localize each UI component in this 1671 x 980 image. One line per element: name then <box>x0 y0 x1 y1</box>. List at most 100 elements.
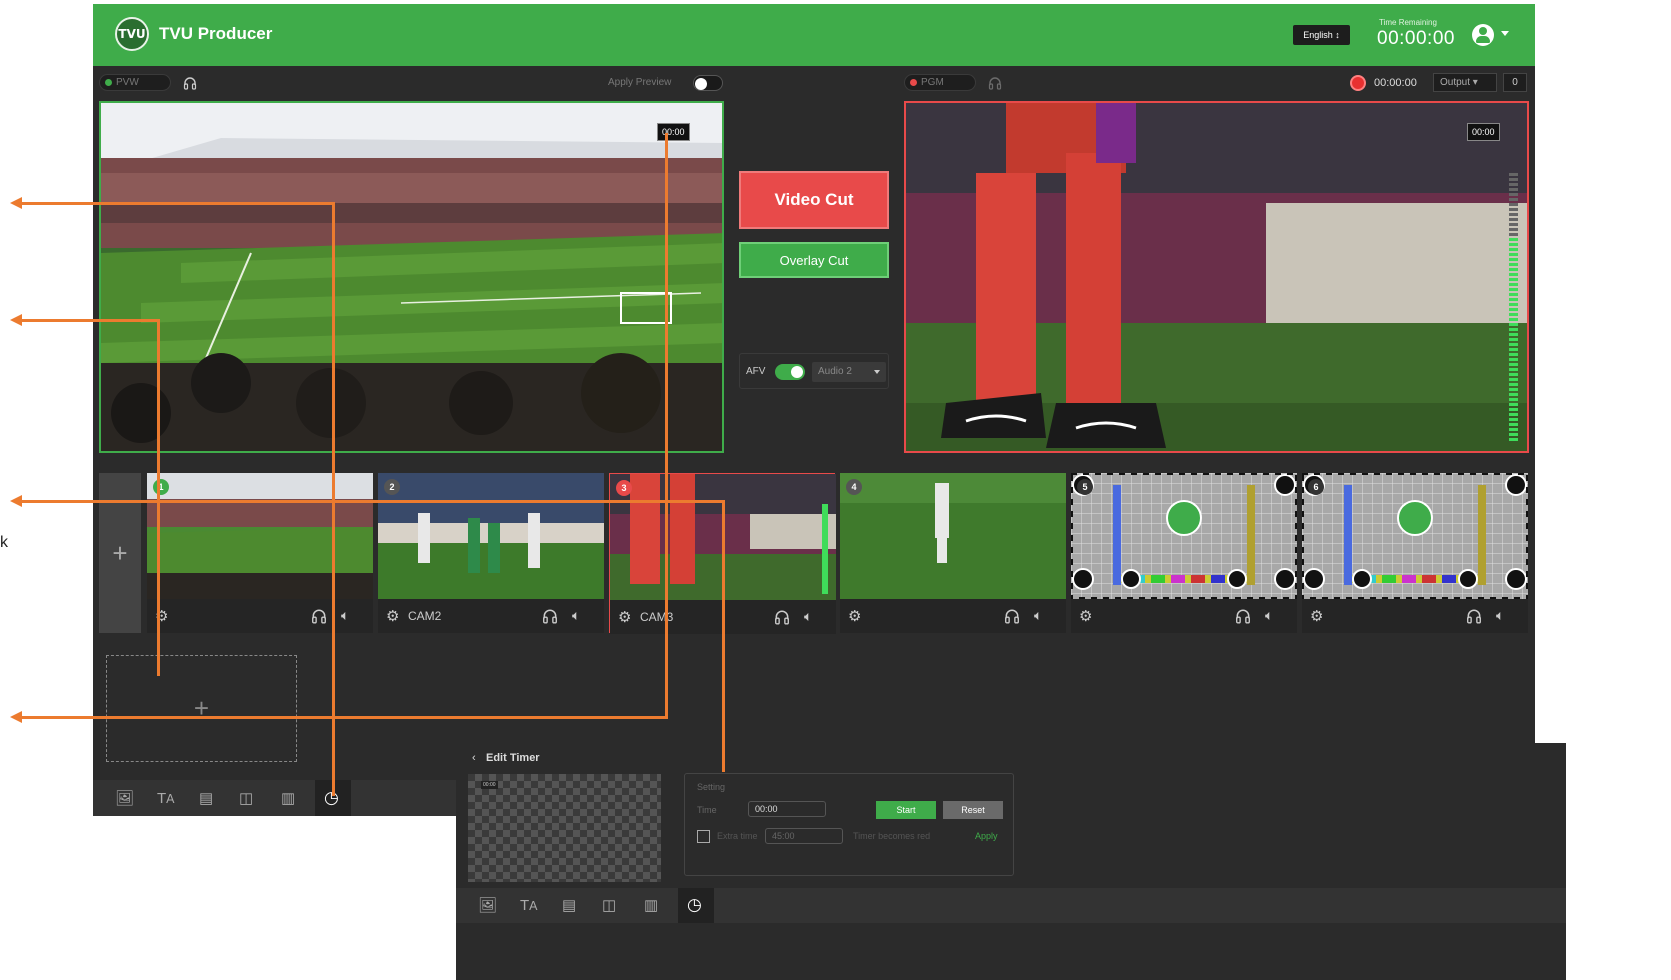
timer-settings-box: Setting Time 00:00 Start Reset Extra tim… <box>684 773 1014 876</box>
record-button[interactable] <box>1350 75 1366 91</box>
extra-time-checkbox[interactable] <box>697 830 710 843</box>
setting-label: Setting <box>697 782 726 792</box>
extra-time-input[interactable]: 45:00 <box>765 828 843 844</box>
source-4-number: 4 <box>846 479 862 495</box>
audio-select-value: Audio 2 <box>818 366 852 377</box>
headphones-icon[interactable] <box>542 608 558 627</box>
annotation-text: k <box>0 534 8 551</box>
headphones-icon[interactable] <box>1004 608 1020 627</box>
source-5-test-pattern <box>1071 473 1297 599</box>
source-1-number: 1 <box>153 479 169 495</box>
preview-monitor[interactable]: 00:00 <box>99 101 724 453</box>
source-6-number: 6 <box>1308 479 1324 495</box>
layers-icon[interactable]: ▤ <box>562 896 576 914</box>
clock-icon[interactable]: ◷ <box>687 895 702 915</box>
source-2-bar: ⚙ CAM2 🔈︎ <box>378 599 604 633</box>
time-remaining-value: 00:00:00 <box>1377 28 1455 49</box>
time-label: Time <box>697 805 717 815</box>
source-6-bar: ⚙ 🔈︎ <box>1302 599 1528 633</box>
pgm-pill[interactable]: PGM <box>904 74 976 91</box>
image-overlay-icon[interactable]: 🖼︎ <box>478 896 497 914</box>
split-screen-icon[interactable]: ◫ <box>239 789 253 807</box>
chevron-down-icon <box>874 370 880 374</box>
source-tile-4[interactable]: 4 ⚙ 🔈︎ <box>840 473 1066 633</box>
source-2-number: 2 <box>384 479 400 495</box>
apply-link[interactable]: Apply <box>975 831 998 841</box>
source-2-thumbnail <box>378 473 604 599</box>
add-overlay-dropzone[interactable]: + <box>106 655 297 762</box>
producer-window: TVU TVU Producer English ↕ Time Remainin… <box>93 4 1535 816</box>
pvw-label: PVW <box>116 77 139 88</box>
toggle-knob <box>791 366 803 378</box>
time-input[interactable]: 00:00 <box>748 801 826 817</box>
clip-icon[interactable]: ▥ <box>281 789 295 807</box>
program-monitor[interactable]: 00:00 <box>904 101 1529 453</box>
source-tile-5[interactable]: 5 ⚙ 🔈︎ <box>1071 473 1297 633</box>
timer-thumb-text: 00:00 <box>481 781 498 789</box>
pvw-status-dot <box>105 79 112 86</box>
clip-icon[interactable]: ▥ <box>644 896 658 914</box>
gear-icon[interactable]: ⚙ <box>386 607 399 625</box>
pgm-label: PGM <box>921 77 944 88</box>
reset-button[interactable]: Reset <box>943 801 1003 819</box>
video-cut-button[interactable]: Video Cut <box>739 171 889 229</box>
output-count: 0 <box>1503 73 1527 92</box>
audio-meter-level <box>1509 238 1518 443</box>
afv-toggle[interactable] <box>775 364 805 380</box>
add-source-button[interactable]: + <box>99 473 141 633</box>
layers-icon[interactable]: ▤ <box>199 789 213 807</box>
audio-meter <box>1509 173 1518 443</box>
source-tile-2[interactable]: 2 ⚙ CAM2 🔈︎ <box>378 473 604 633</box>
overlay-cut-button[interactable]: Overlay Cut <box>739 242 889 278</box>
speaker-icon[interactable]: 🔈︎ <box>572 607 580 624</box>
text-overlay-icon[interactable]: TA <box>157 790 175 807</box>
source-1-thumbnail <box>147 473 373 599</box>
source-4-bar: ⚙ 🔈︎ <box>840 599 1066 633</box>
headphones-icon[interactable] <box>988 76 1002 92</box>
gear-icon[interactable]: ⚙ <box>1310 607 1323 625</box>
output-select[interactable]: Output ▾ <box>1433 73 1497 92</box>
edit-timer-title: Edit Timer <box>486 752 540 764</box>
language-select[interactable]: English ↕ <box>1293 25 1350 45</box>
gear-icon[interactable]: ⚙ <box>848 607 861 625</box>
tvu-logo: TVU <box>115 17 149 51</box>
audio-select[interactable]: Audio 2 <box>812 362 886 382</box>
source-5-bar: ⚙ 🔈︎ <box>1071 599 1297 633</box>
gear-icon[interactable]: ⚙ <box>1079 607 1092 625</box>
timer-overlay-toolbar: 🖼︎ TA ▤ ◫ ▥ ◷ <box>456 888 1566 923</box>
user-avatar-icon[interactable] <box>1472 24 1494 46</box>
source-1-bar: ⚙ 🔈︎ <box>147 599 373 633</box>
source-tile-1[interactable]: 1 ⚙ 🔈︎ <box>147 473 373 633</box>
afv-control: AFV Audio 2 <box>739 353 889 389</box>
text-overlay-icon[interactable]: TA <box>520 897 538 914</box>
pvw-pill[interactable]: PVW <box>99 74 171 91</box>
headphones-icon[interactable] <box>311 608 327 627</box>
preview-timecode: 00:00 <box>657 123 690 141</box>
source-tile-6[interactable]: 6 ⚙ 🔈︎ <box>1302 473 1528 633</box>
headphones-icon[interactable] <box>1466 608 1482 627</box>
headphones-icon[interactable] <box>183 76 197 92</box>
headphones-icon[interactable] <box>774 609 790 628</box>
timer-preview-thumbnail: 00:00 <box>468 774 661 882</box>
speaker-icon[interactable]: 🔈︎ <box>804 608 812 625</box>
speaker-icon[interactable]: 🔈︎ <box>1034 607 1042 624</box>
back-chevron-icon[interactable]: ‹ <box>472 752 476 764</box>
toggle-knob <box>695 78 707 90</box>
extra-time-hint: Timer becomes red <box>853 831 931 841</box>
program-timecode: 00:00 <box>1467 123 1500 141</box>
afv-label: AFV <box>746 366 766 377</box>
gear-icon[interactable]: ⚙ <box>618 608 631 626</box>
speaker-icon[interactable]: 🔈︎ <box>1496 607 1504 624</box>
source-5-number: 5 <box>1077 479 1093 495</box>
time-remaining-label: Time Remaining <box>1379 18 1437 27</box>
image-overlay-icon[interactable]: 🖼︎ <box>115 789 134 807</box>
extra-time-label: Extra time <box>717 831 758 841</box>
chevron-down-icon[interactable] <box>1501 31 1509 36</box>
speaker-icon[interactable]: 🔈︎ <box>1265 607 1273 624</box>
source-3-name: CAM3 <box>640 610 674 624</box>
speaker-icon[interactable]: 🔈︎ <box>341 607 349 624</box>
headphones-icon[interactable] <box>1235 608 1251 627</box>
start-button[interactable]: Start <box>876 801 936 819</box>
split-screen-icon[interactable]: ◫ <box>602 896 616 914</box>
apply-preview-toggle[interactable] <box>693 75 723 91</box>
